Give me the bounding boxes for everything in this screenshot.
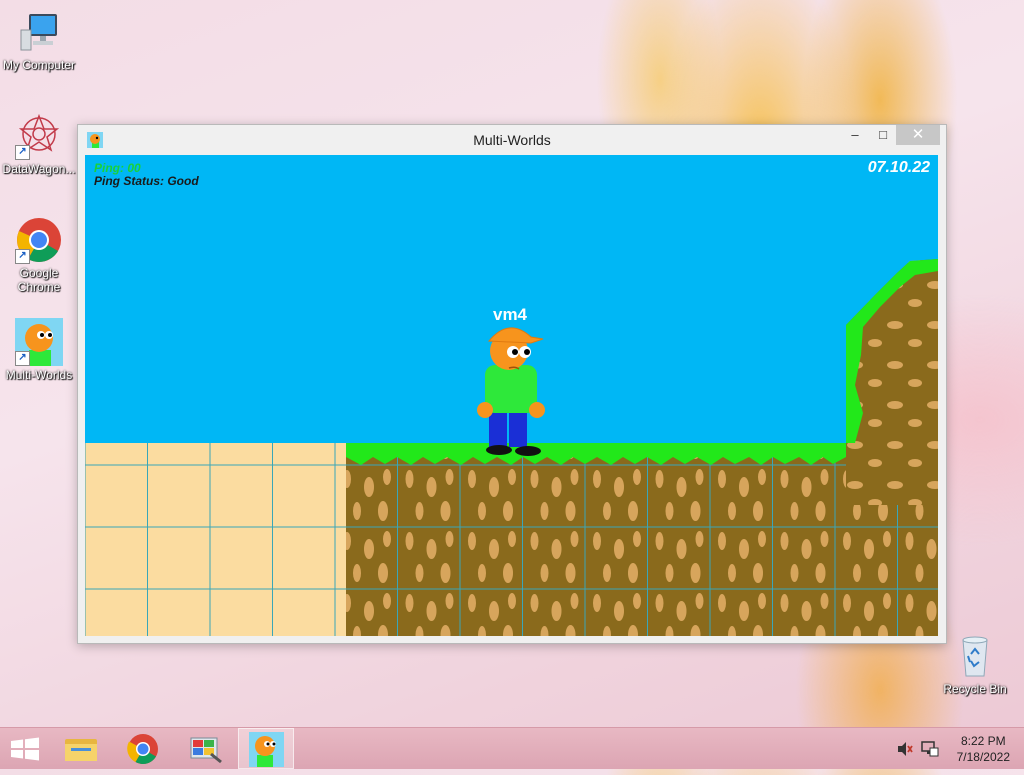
desktop-icon-google-chrome[interactable]: ↗ Google Chrome [1, 216, 77, 294]
multi-worlds-app-icon: ↗ [15, 318, 63, 366]
window-title: Multi-Worlds [473, 132, 551, 148]
clock-date: 7/18/2022 [956, 750, 1010, 764]
desktop-icon-label: Google Chrome [17, 266, 61, 294]
window-titlebar[interactable]: Multi-Worlds – □ ✕ [78, 125, 946, 155]
shortcut-arrow-icon: ↗ [15, 351, 30, 366]
system-clock[interactable]: 8:22 PM 7/18/2022 [957, 733, 1010, 765]
desktop-icon-label: My Computer [2, 58, 76, 72]
ping-status: Ping Status: Good [94, 174, 199, 188]
start-button[interactable] [0, 728, 56, 769]
folder-icon [65, 739, 97, 761]
taskbar-google-chrome[interactable] [115, 728, 171, 769]
desktop-icon-label: Multi-Worlds [5, 368, 73, 382]
chrome-icon: ↗ [15, 216, 63, 264]
clock-time: 8:22 PM [960, 734, 1006, 748]
shortcut-arrow-icon: ↗ [15, 249, 30, 264]
game-date: 07.10.22 [867, 159, 930, 176]
desktop-icon-label: DataWagon... [2, 162, 76, 176]
maximize-button[interactable]: □ [870, 125, 896, 145]
desktop-icon-datawagon[interactable]: ↗ DataWagon... [1, 112, 77, 176]
taskbar-multi-worlds[interactable] [238, 728, 294, 769]
game-canvas[interactable]: Ping: 00 Ping Status: Good 07.10.22 vm4 [85, 155, 938, 636]
taskbar-control-panel[interactable] [177, 728, 233, 769]
windows-logo-icon [11, 737, 39, 761]
recycle-bin-icon [951, 632, 999, 680]
multi-worlds-app-icon [249, 732, 284, 767]
multi-worlds-window[interactable]: Multi-Worlds – □ ✕ Ping: 00 Ping Status:… [77, 124, 947, 644]
minimize-button[interactable]: – [842, 125, 868, 145]
datawagon-logo-icon: ↗ [15, 112, 63, 160]
shortcut-arrow-icon: ↗ [15, 145, 30, 160]
computer-icon [15, 8, 63, 56]
player-name-label: vm4 [492, 305, 528, 324]
taskbar-file-explorer[interactable] [53, 728, 109, 769]
chrome-icon [127, 734, 158, 765]
close-button[interactable]: ✕ [896, 125, 940, 145]
ping-value: Ping: 00 [94, 161, 141, 175]
network-icon[interactable] [921, 740, 939, 758]
desktop-icon-multi-worlds[interactable]: ↗ Multi-Worlds [1, 318, 77, 382]
control-panel-icon [190, 737, 222, 764]
desktop-icon-label: Recycle Bin [943, 682, 1007, 696]
game-scene [85, 155, 938, 636]
desktop-icon-recycle-bin[interactable]: Recycle Bin [937, 632, 1013, 696]
desktop-icon-my-computer[interactable]: My Computer [1, 8, 77, 72]
taskbar: 8:22 PM 7/18/2022 [0, 727, 1024, 769]
volume-muted-icon[interactable] [896, 740, 914, 758]
